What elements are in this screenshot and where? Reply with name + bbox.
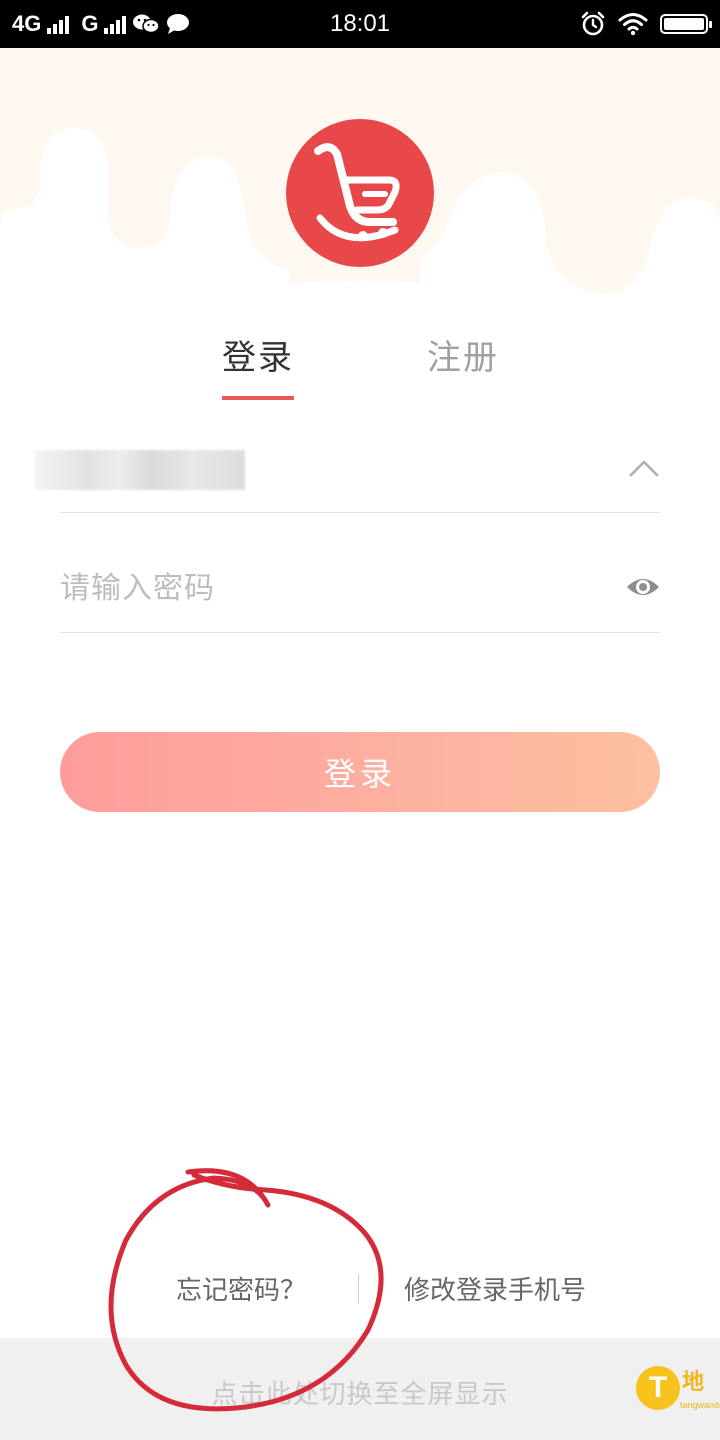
chevron-up-icon[interactable] <box>628 456 660 480</box>
watermark-logo-icon: T <box>636 1366 680 1410</box>
bottom-links: 忘记密码？ 修改登录手机号 <box>0 1270 720 1312</box>
login-button[interactable]: 登录 <box>60 732 660 812</box>
active-tab-indicator <box>222 396 294 400</box>
alarm-icon <box>581 11 605 36</box>
password-input[interactable] <box>60 566 600 610</box>
status-bar: 4G G 18:01 <box>0 0 720 48</box>
fullscreen-toggle-bar[interactable]: 点击此处切换至全屏显示 T 地 tangwanda <box>0 1338 720 1440</box>
account-value-redacted <box>35 450 245 490</box>
change-phone-link[interactable]: 修改登录手机号 <box>404 1270 586 1307</box>
wifi-icon <box>618 13 648 36</box>
tab-register[interactable]: 注册 <box>427 330 499 379</box>
password-field <box>60 550 660 633</box>
eye-icon[interactable] <box>626 570 660 604</box>
watermark: T 地 tangwanda <box>584 1348 720 1432</box>
watermark-subtext: tangwanda <box>680 1400 720 1410</box>
watermark-text: 地 <box>682 1370 705 1395</box>
battery-icon <box>660 14 712 34</box>
account-field[interactable] <box>35 430 660 513</box>
status-right <box>580 0 712 48</box>
app-logo-icon <box>286 119 434 267</box>
link-divider <box>358 1274 359 1304</box>
tab-login[interactable]: 登录 <box>222 330 294 379</box>
auth-tabs: 登录 注册 <box>0 330 720 410</box>
forgot-password-link[interactable]: 忘记密码？ <box>176 1270 306 1307</box>
